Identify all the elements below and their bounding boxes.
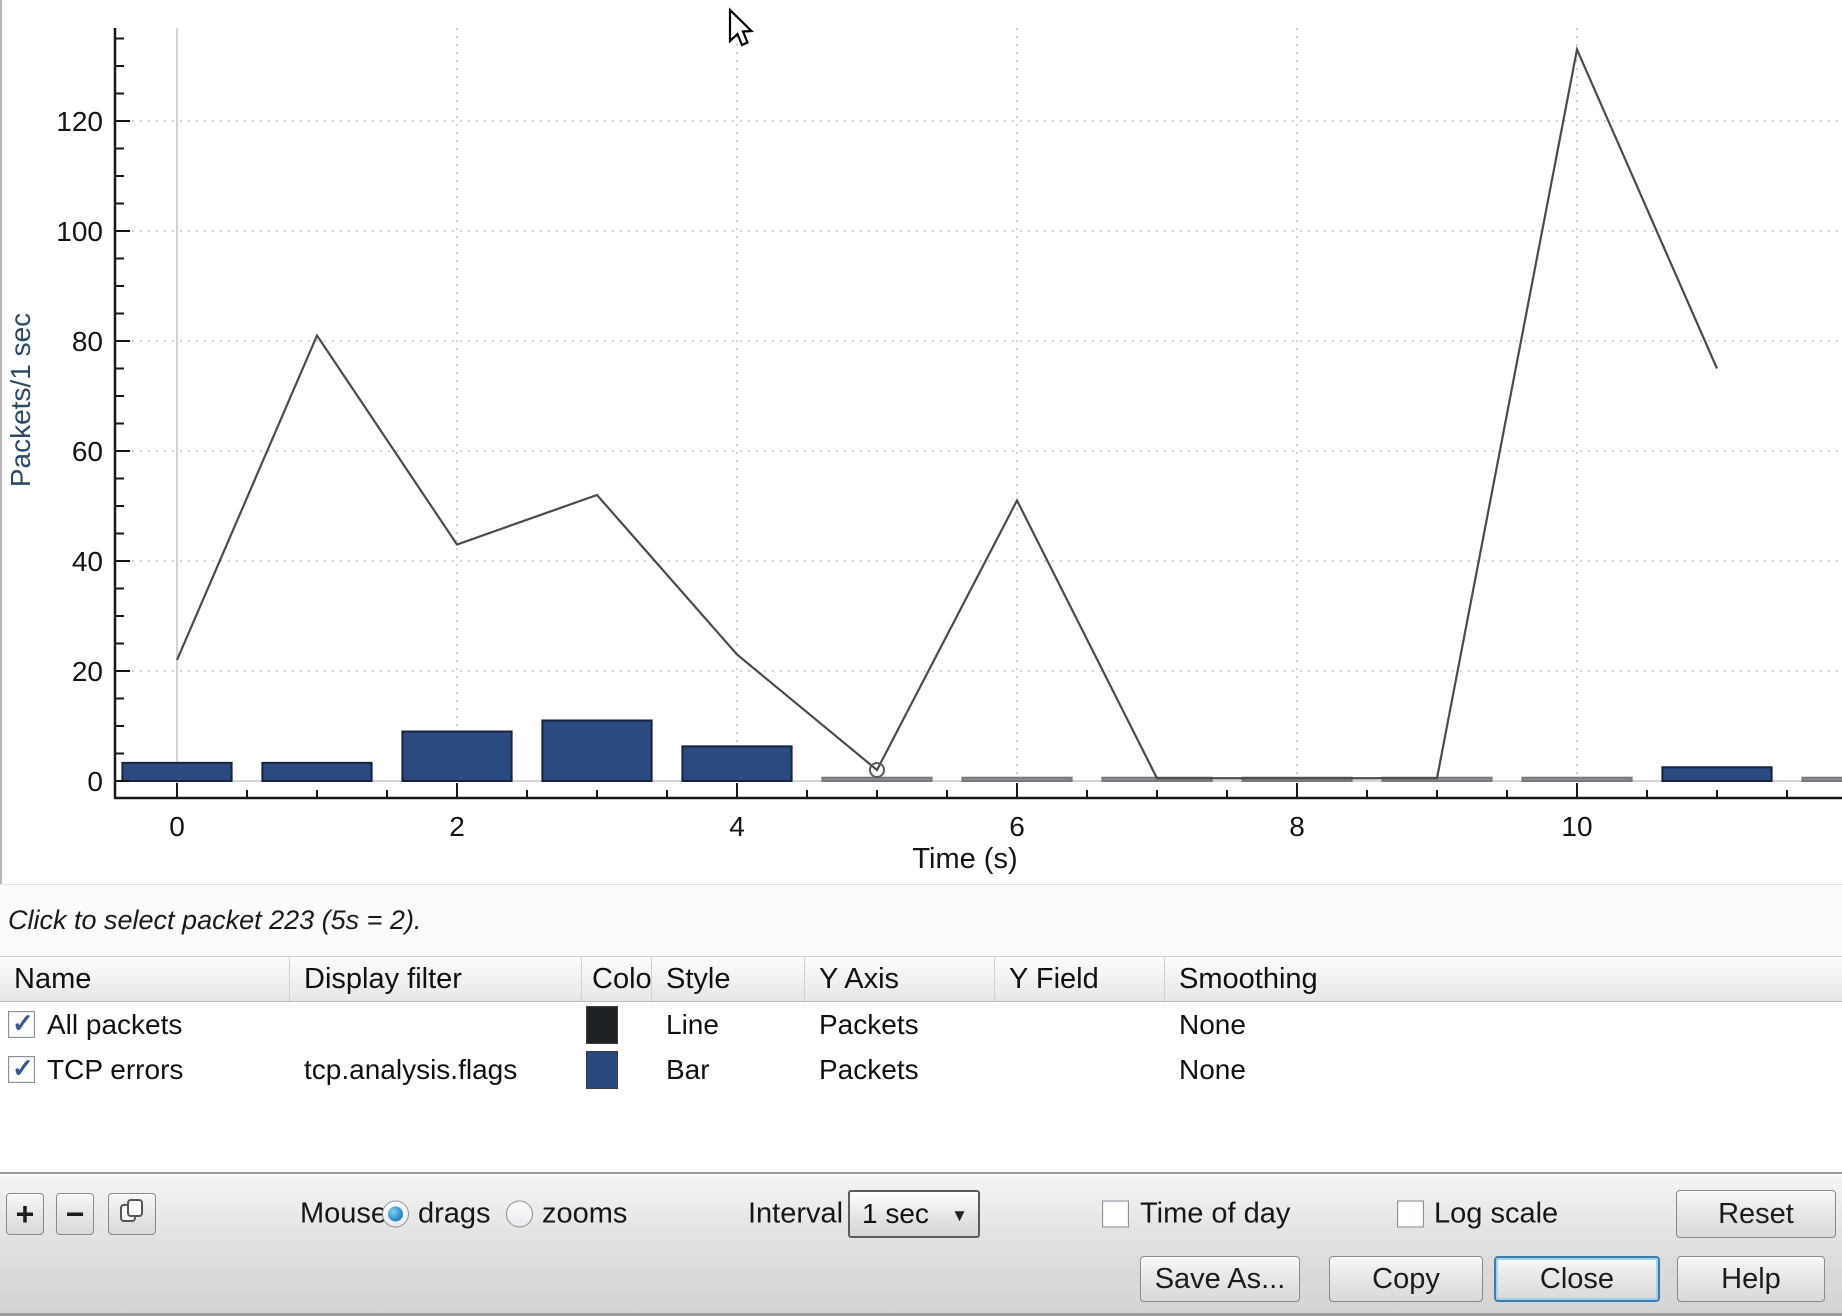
- time-of-day-checkbox[interactable]: [1102, 1201, 1129, 1228]
- chevron-down-icon: ▼: [951, 1206, 968, 1226]
- tcp-errors-bar[interactable]: [822, 778, 931, 781]
- column-header-style[interactable]: Style: [652, 957, 805, 1001]
- row-enabled-checkbox[interactable]: [8, 1056, 35, 1083]
- tcp-errors-bar[interactable]: [262, 763, 371, 781]
- hint-bar: Click to select packet 223 (5s = 2).: [0, 884, 1842, 956]
- controls-bar: + − Mouse drags zooms Interval 1 sec ▼ T…: [0, 1176, 1842, 1252]
- x-tick-label: 6: [1009, 811, 1025, 842]
- hint-text: Click to select packet 223 (5s = 2).: [0, 905, 421, 936]
- close-button[interactable]: Close: [1494, 1256, 1660, 1302]
- y-axis-cell[interactable]: Packets: [805, 1054, 995, 1086]
- zooms-label[interactable]: zooms: [542, 1198, 627, 1231]
- tcp-errors-bar[interactable]: [962, 778, 1071, 781]
- duplicate-graph-button[interactable]: [108, 1193, 156, 1235]
- mouse-drags-radio[interactable]: [382, 1201, 409, 1228]
- tcp-errors-bar[interactable]: [1662, 767, 1771, 781]
- x-tick-label: 10: [1561, 811, 1592, 842]
- y-axis-cell[interactable]: Packets: [805, 1009, 995, 1041]
- smoothing-cell[interactable]: None: [1165, 1054, 1842, 1086]
- graph-name: TCP errors: [47, 1054, 183, 1086]
- all-packets-line[interactable]: [177, 50, 1717, 779]
- interval-label: Interval: [748, 1198, 843, 1231]
- column-header-name[interactable]: Name: [0, 957, 290, 1001]
- row-enabled-checkbox[interactable]: [8, 1011, 35, 1038]
- y-tick-label: 20: [72, 656, 103, 687]
- y-tick-label: 80: [72, 326, 103, 357]
- io-graph-plot[interactable]: 0 20 40 60 80 100 120 0 2 4 6 8 10 Packets/1 sec Time …: [0, 0, 1842, 884]
- help-button[interactable]: Help: [1677, 1256, 1825, 1302]
- column-header-smoothing[interactable]: Smoothing: [1165, 957, 1842, 1001]
- tcp-errors-bar[interactable]: [402, 732, 511, 782]
- x-tick-label: 4: [729, 811, 745, 842]
- mouse-label: Mouse: [300, 1198, 387, 1231]
- x-tick-label: 8: [1289, 811, 1305, 842]
- graph-name: All packets: [47, 1009, 182, 1041]
- log-scale-checkbox[interactable]: [1397, 1201, 1424, 1228]
- column-header-y-axis[interactable]: Y Axis: [805, 957, 995, 1001]
- add-graph-button[interactable]: +: [6, 1193, 44, 1235]
- style-cell[interactable]: Bar: [652, 1054, 805, 1086]
- tcp-errors-bar[interactable]: [1802, 778, 1842, 781]
- y-tick-label: 40: [72, 546, 103, 577]
- log-scale-label[interactable]: Log scale: [1434, 1198, 1558, 1231]
- tcp-errors-bar[interactable]: [122, 763, 231, 781]
- window-left-edge: [0, 0, 2, 884]
- display-filter-cell[interactable]: tcp.analysis.flags: [290, 1054, 582, 1086]
- tcp-errors-bar[interactable]: [542, 721, 651, 782]
- table-row[interactable]: All packets Line Packets None: [0, 1002, 1842, 1047]
- table-header-row: Name Display filter Colo Style Y Axis Y …: [0, 956, 1842, 1002]
- x-tick-label: 2: [449, 811, 465, 842]
- y-tick-label: 100: [56, 216, 103, 247]
- reset-button[interactable]: Reset: [1676, 1190, 1836, 1238]
- tcp-errors-bar[interactable]: [682, 746, 791, 781]
- save-as-button[interactable]: Save As...: [1140, 1256, 1300, 1302]
- color-swatch[interactable]: [586, 1051, 618, 1089]
- y-tick-label: 60: [72, 436, 103, 467]
- interval-dropdown[interactable]: 1 sec ▼: [848, 1190, 980, 1238]
- y-axis-title: Packets/1 sec: [5, 313, 36, 487]
- column-header-color[interactable]: Colo: [582, 957, 652, 1001]
- time-of-day-label[interactable]: Time of day: [1140, 1198, 1290, 1231]
- graph-table: Name Display filter Colo Style Y Axis Y …: [0, 956, 1842, 1172]
- remove-graph-button[interactable]: −: [56, 1193, 94, 1235]
- y-tick-label: 0: [87, 766, 103, 797]
- io-graph-canvas[interactable]: 0 20 40 60 80 100 120 0 2 4 6 8 10 Packets/1 sec Time …: [0, 0, 1842, 884]
- y-tick-label: 120: [56, 106, 103, 137]
- column-header-y-field[interactable]: Y Field: [995, 957, 1165, 1001]
- mouse-zooms-radio[interactable]: [506, 1201, 533, 1228]
- interval-value: 1 sec: [862, 1198, 929, 1230]
- tcp-errors-bar[interactable]: [1522, 778, 1631, 781]
- footer-bar: Save As... Copy Close Help: [0, 1252, 1842, 1316]
- duplicate-icon: [118, 1196, 146, 1233]
- table-row[interactable]: TCP errors tcp.analysis.flags Bar Packet…: [0, 1047, 1842, 1092]
- color-swatch[interactable]: [586, 1006, 618, 1044]
- x-tick-label: 0: [169, 811, 185, 842]
- style-cell[interactable]: Line: [652, 1009, 805, 1041]
- drags-label[interactable]: drags: [418, 1198, 491, 1231]
- smoothing-cell[interactable]: None: [1165, 1009, 1842, 1041]
- mouse-cursor-icon: [730, 10, 752, 45]
- x-axis-title: Time (s): [912, 843, 1017, 875]
- column-header-display-filter[interactable]: Display filter: [290, 957, 582, 1001]
- copy-button[interactable]: Copy: [1329, 1256, 1483, 1302]
